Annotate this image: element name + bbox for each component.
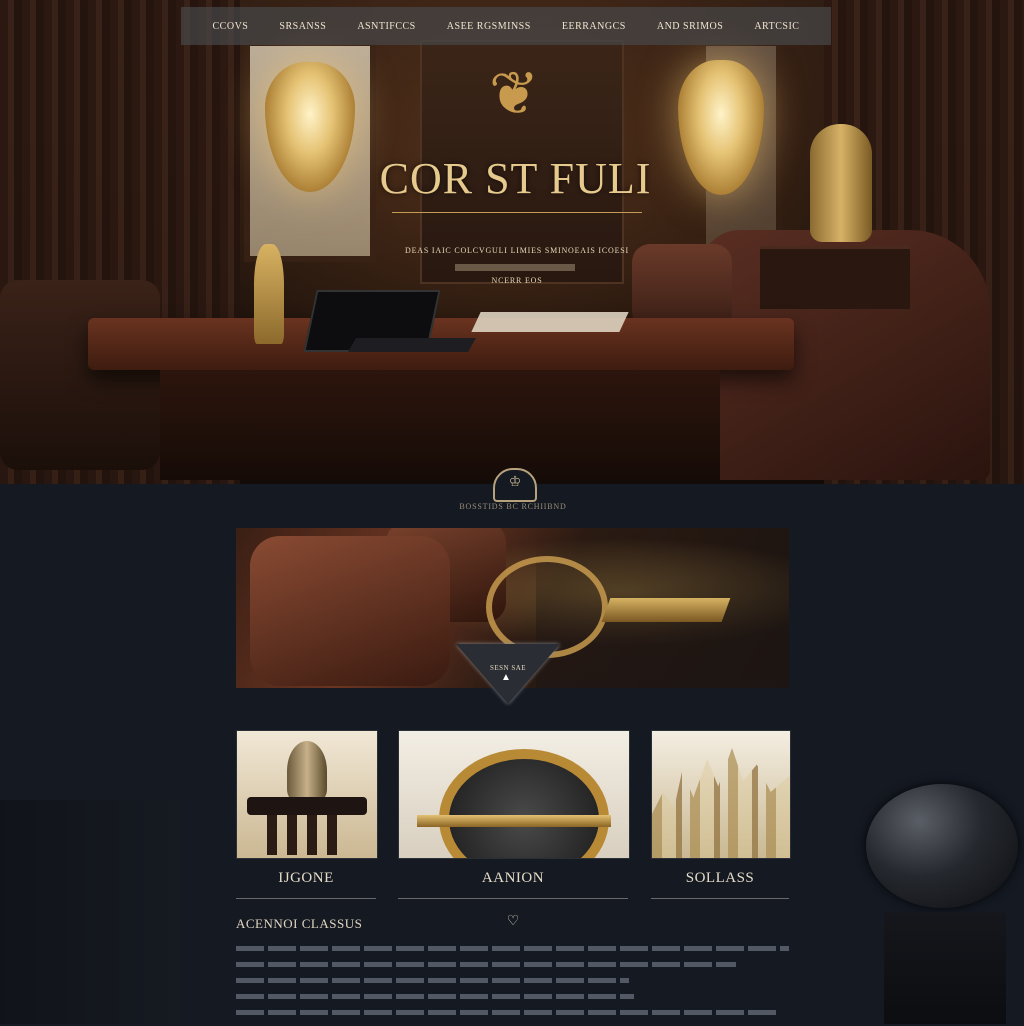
armchair-left bbox=[0, 280, 160, 470]
city-skyline bbox=[652, 748, 790, 858]
body-text bbox=[236, 946, 789, 1026]
card-label-1[interactable]: IJGONE bbox=[236, 870, 376, 887]
laptop-base bbox=[347, 338, 477, 352]
brass-bar bbox=[417, 815, 611, 827]
papers bbox=[471, 312, 629, 332]
urn bbox=[810, 124, 872, 242]
play-badge[interactable]: SESN SAE ▲ bbox=[456, 644, 560, 706]
feature-brass-ornament bbox=[486, 556, 608, 658]
card-divider-1 bbox=[236, 898, 376, 899]
hero-subtitle-line bbox=[455, 264, 575, 271]
body-text-line bbox=[236, 978, 629, 983]
urn-lamp bbox=[287, 741, 327, 801]
nav-item-4[interactable]: ASEE RGSMINSS bbox=[447, 21, 531, 32]
pedestal bbox=[884, 912, 1006, 1024]
section-heading: ACENNOI CLASSUS bbox=[236, 916, 363, 931]
side-table bbox=[247, 797, 367, 815]
shadow-decor bbox=[0, 800, 180, 1024]
table-legs bbox=[267, 815, 347, 855]
badge-label: SESN SAE bbox=[489, 664, 527, 672]
card-label-2[interactable]: AANION bbox=[398, 870, 628, 887]
emblem-icon: ♔ bbox=[493, 468, 537, 502]
body-text-line bbox=[236, 962, 736, 967]
hero-cta-link[interactable]: NCERR EOS bbox=[472, 276, 562, 285]
feature-tray bbox=[601, 598, 731, 622]
card-divider-3 bbox=[651, 898, 789, 899]
hero-subtitle: DEAS IAIC COLCVGULI LIMIES SMINOEAIS ICO… bbox=[405, 246, 629, 255]
nav-item-3[interactable]: ASNTIFCCS bbox=[357, 21, 415, 32]
heart-icon[interactable]: ♡ bbox=[505, 914, 521, 930]
emblem-caption: BOSSTIDS BC RCHIIBND bbox=[459, 502, 567, 511]
hero-title: COR ST FULI bbox=[379, 154, 652, 203]
nav-item-5[interactable]: EERRANGCS bbox=[562, 21, 626, 32]
clock bbox=[439, 749, 609, 858]
feature-chair bbox=[250, 536, 450, 686]
nav-item-1[interactable]: CCOVS bbox=[213, 21, 249, 32]
hero-banner: ❦ COR ST FULI DEAS IAIC COLCVGULI LIMIES… bbox=[0, 0, 1024, 484]
card-label-3[interactable]: SOLLASS bbox=[651, 870, 789, 887]
nav-item-6[interactable]: AND SRIMOS bbox=[657, 21, 723, 32]
card-image-3[interactable] bbox=[651, 730, 791, 859]
top-nav: CCOVS SRSANSS ASNTIFCCS ASEE RGSMINSS EE… bbox=[181, 7, 831, 45]
body-text-line bbox=[236, 946, 789, 951]
play-icon: ▲ bbox=[501, 672, 511, 683]
desk-lamp bbox=[254, 244, 284, 344]
nav-item-7[interactable]: ARTCSIC bbox=[754, 21, 799, 32]
nav-item-2[interactable]: SRSANSS bbox=[279, 21, 326, 32]
body-text-line bbox=[236, 994, 634, 999]
hero-title-rule bbox=[392, 212, 642, 213]
globe-decor bbox=[866, 784, 1018, 908]
card-image-1[interactable] bbox=[236, 730, 378, 859]
card-divider-2 bbox=[398, 898, 628, 899]
ornament-icon: ❦ bbox=[488, 61, 540, 127]
card-image-2[interactable] bbox=[398, 730, 630, 859]
desk-base bbox=[160, 370, 720, 480]
body-text-line bbox=[236, 1010, 776, 1015]
mantel bbox=[760, 246, 910, 309]
